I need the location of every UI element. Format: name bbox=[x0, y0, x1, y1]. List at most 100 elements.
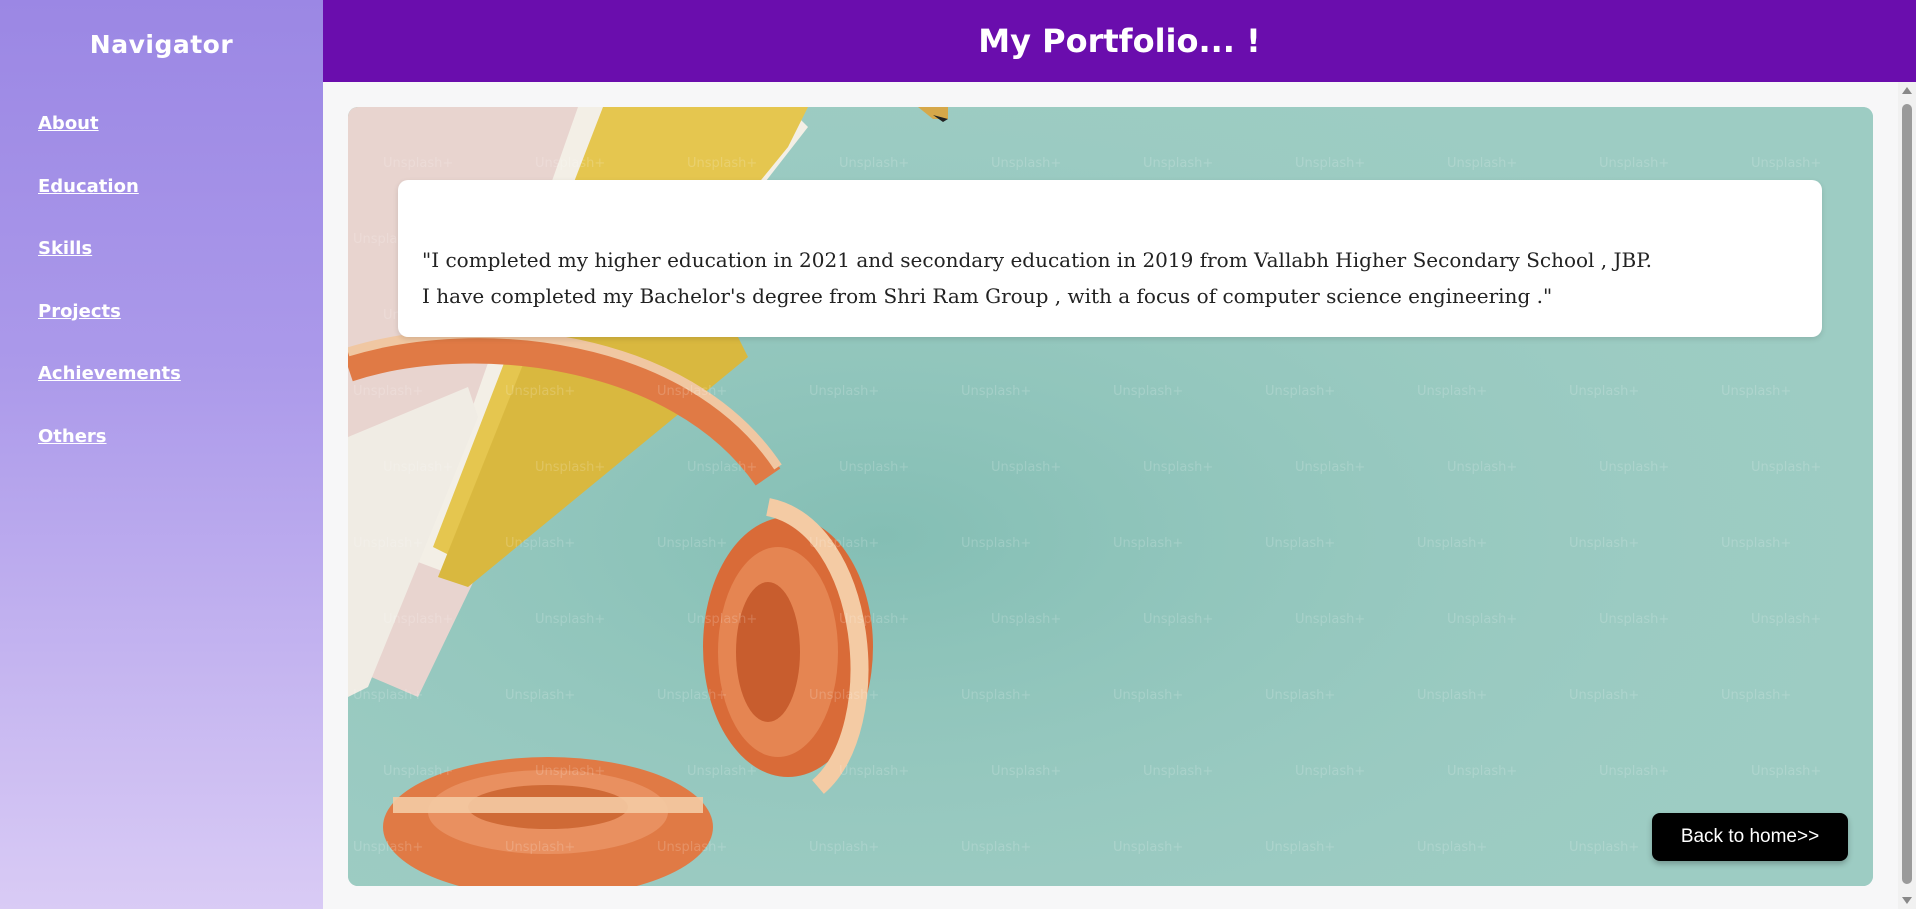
watermark-text: Unsplash+ bbox=[991, 460, 1061, 475]
watermark-text: Unsplash+ bbox=[657, 688, 727, 703]
watermark-text: Unsplash+ bbox=[1751, 764, 1821, 779]
watermark-text: Unsplash+ bbox=[1417, 536, 1487, 551]
page-header: My Portfolio... ! bbox=[323, 0, 1916, 82]
watermark-text: Unsplash+ bbox=[961, 840, 1031, 855]
watermark-text: Unsplash+ bbox=[505, 536, 575, 551]
sidebar: Navigator About Education Skills Project… bbox=[0, 0, 323, 909]
page-scrollbar[interactable] bbox=[1898, 82, 1916, 909]
watermark-text: Unsplash+ bbox=[961, 688, 1031, 703]
watermark-text: Unsplash+ bbox=[657, 384, 727, 399]
watermark-text: Unsplash+ bbox=[505, 384, 575, 399]
watermark-text: Unsplash+ bbox=[353, 840, 423, 855]
sidebar-item-education: Education bbox=[38, 175, 181, 238]
watermark-text: Unsplash+ bbox=[1599, 460, 1669, 475]
watermark-text: Unsplash+ bbox=[1113, 384, 1183, 399]
watermark-text: Unsplash+ bbox=[383, 156, 453, 171]
watermark-text: Unsplash+ bbox=[1113, 840, 1183, 855]
watermark-text: Unsplash+ bbox=[809, 536, 879, 551]
watermark-text: Unsplash+ bbox=[353, 384, 423, 399]
scrollbar-thumb[interactable] bbox=[1902, 104, 1912, 884]
sidebar-item-skills: Skills bbox=[38, 237, 181, 300]
sidebar-item-achievements: Achievements bbox=[38, 362, 181, 425]
achievements-link[interactable]: Achievements bbox=[38, 363, 181, 384]
watermark-text: Unsplash+ bbox=[1295, 612, 1365, 627]
watermark-text: Unsplash+ bbox=[1569, 536, 1639, 551]
watermark-text: Unsplash+ bbox=[809, 688, 879, 703]
watermark-text: Unsplash+ bbox=[505, 840, 575, 855]
watermark-text: Unsplash+ bbox=[1265, 384, 1335, 399]
watermark-text: Unsplash+ bbox=[961, 536, 1031, 551]
watermark-text: Unsplash+ bbox=[1599, 156, 1669, 171]
watermark-text: Unsplash+ bbox=[657, 840, 727, 855]
watermark-text: Unsplash+ bbox=[1447, 612, 1517, 627]
watermark-text: Unsplash+ bbox=[991, 612, 1061, 627]
watermark-text: Unsplash+ bbox=[1265, 840, 1335, 855]
watermark-text: Unsplash+ bbox=[1295, 764, 1365, 779]
skills-link[interactable]: Skills bbox=[38, 238, 92, 259]
watermark-text: Unsplash+ bbox=[1721, 536, 1791, 551]
watermark-text: Unsplash+ bbox=[809, 840, 879, 855]
watermark-text: Unsplash+ bbox=[809, 384, 879, 399]
watermark-text: Unsplash+ bbox=[991, 764, 1061, 779]
watermark-text: Unsplash+ bbox=[353, 688, 423, 703]
page-title: My Portfolio... ! bbox=[978, 22, 1261, 60]
scroll-down-arrow-icon[interactable] bbox=[1902, 897, 1912, 904]
watermark-text: Unsplash+ bbox=[1143, 156, 1213, 171]
sidebar-item-others: Others bbox=[38, 425, 181, 488]
back-to-home-button[interactable]: Back to home>> bbox=[1652, 813, 1848, 861]
watermark-text: Unsplash+ bbox=[1143, 764, 1213, 779]
watermark-text: Unsplash+ bbox=[383, 612, 453, 627]
sidebar-nav-list: About Education Skills Projects Achievem… bbox=[38, 112, 181, 487]
watermark-text: Unsplash+ bbox=[1751, 156, 1821, 171]
watermark-text: Unsplash+ bbox=[1417, 384, 1487, 399]
watermark-text: Unsplash+ bbox=[535, 612, 605, 627]
sidebar-item-projects: Projects bbox=[38, 300, 181, 363]
education-link[interactable]: Education bbox=[38, 176, 139, 197]
watermark-text: Unsplash+ bbox=[535, 764, 605, 779]
others-link[interactable]: Others bbox=[38, 426, 107, 447]
watermark-text: Unsplash+ bbox=[1143, 460, 1213, 475]
watermark-text: Unsplash+ bbox=[1265, 536, 1335, 551]
watermark-text: Unsplash+ bbox=[991, 156, 1061, 171]
watermark-text: Unsplash+ bbox=[1417, 688, 1487, 703]
watermark-text: Unsplash+ bbox=[961, 384, 1031, 399]
watermark-text: Unsplash+ bbox=[383, 460, 453, 475]
scroll-up-arrow-icon[interactable] bbox=[1902, 87, 1912, 94]
watermark-text: Unsplash+ bbox=[1569, 384, 1639, 399]
watermark-text: Unsplash+ bbox=[1599, 612, 1669, 627]
watermark-text: Unsplash+ bbox=[353, 536, 423, 551]
sidebar-item-about: About bbox=[38, 112, 181, 175]
watermark-text: Unsplash+ bbox=[839, 156, 909, 171]
watermark-text: Unsplash+ bbox=[839, 460, 909, 475]
watermark-text: Unsplash+ bbox=[1295, 460, 1365, 475]
projects-link[interactable]: Projects bbox=[38, 301, 121, 322]
watermark-text: Unsplash+ bbox=[1113, 536, 1183, 551]
education-card: "I completed my higher education in 2021… bbox=[398, 180, 1822, 337]
watermark-text: Unsplash+ bbox=[1751, 612, 1821, 627]
education-panel: Unsplash+ Unsplash+ Unsplash+ Unsplash+ Unsp… bbox=[348, 107, 1873, 886]
watermark-text: Unsplash+ bbox=[1143, 612, 1213, 627]
watermark-text: Unsplash+ bbox=[1721, 688, 1791, 703]
watermark-text: Unsplash+ bbox=[1447, 460, 1517, 475]
watermark-text: Unsplash+ bbox=[839, 764, 909, 779]
watermark-text: Unsplash+ bbox=[1569, 840, 1639, 855]
sidebar-title: Navigator bbox=[89, 30, 234, 59]
watermark-text: Unsplash+ bbox=[687, 764, 757, 779]
watermark-text: Unsplash+ bbox=[1599, 764, 1669, 779]
watermark-text: Unsplash+ bbox=[687, 156, 757, 171]
about-link[interactable]: About bbox=[38, 113, 99, 134]
watermark-text: Unsplash+ bbox=[535, 460, 605, 475]
watermark-text: Unsplash+ bbox=[1447, 764, 1517, 779]
watermark-text: Unsplash+ bbox=[1417, 840, 1487, 855]
education-text-line-2: I have completed my Bachelor's degree fr… bbox=[422, 284, 1553, 308]
watermark-text: Unsplash+ bbox=[839, 612, 909, 627]
watermark-text: Unsplash+ bbox=[383, 764, 453, 779]
watermark-text: Unsplash+ bbox=[1113, 688, 1183, 703]
watermark-text: Unsplash+ bbox=[1721, 384, 1791, 399]
watermark-text: Unsplash+ bbox=[505, 688, 575, 703]
watermark-text: Unsplash+ bbox=[1569, 688, 1639, 703]
watermark-text: Unsplash+ bbox=[687, 612, 757, 627]
watermark-text: Unsplash+ bbox=[657, 536, 727, 551]
watermark-text: Unsplash+ bbox=[1751, 460, 1821, 475]
watermark-text: Unsplash+ bbox=[1295, 156, 1365, 171]
